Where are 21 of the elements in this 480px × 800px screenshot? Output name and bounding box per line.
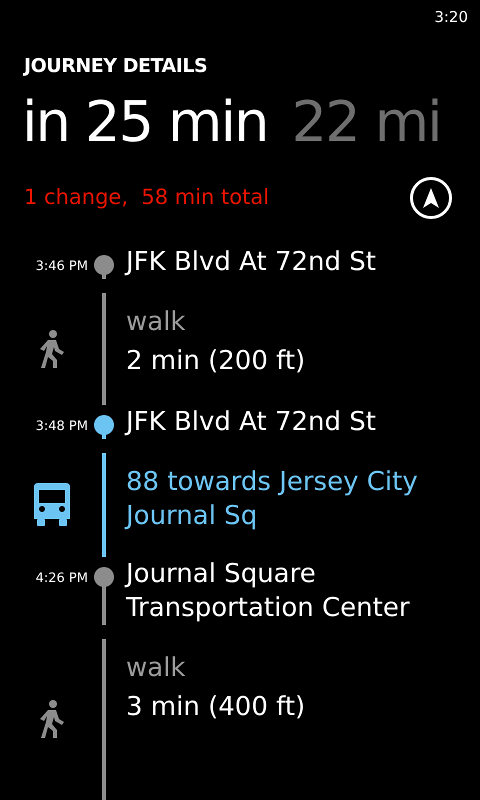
pivot-header[interactable]: 22 mi	[292, 86, 441, 158]
departure-time: 4:26 PM	[36, 570, 88, 588]
walk-duration: 2 min (200 ft)	[126, 344, 306, 378]
stop-name: JFK Blvd At 72nd St	[126, 246, 377, 278]
bus-icon	[34, 482, 70, 526]
departure-time: 3:48 PM	[36, 418, 88, 436]
bus-route: 88 towards Jersey City Journal Sq	[126, 466, 419, 532]
journey-summary: 1 change, 58 min total	[24, 184, 270, 211]
walking-person-icon	[38, 700, 66, 738]
walk-duration: 3 min (400 ft)	[126, 690, 306, 724]
page-title: JOURNEY DETAILS	[22, 54, 208, 79]
navigation-button[interactable]	[410, 176, 452, 218]
travel-mode: walk	[126, 306, 186, 338]
status-time: 3:20	[434, 7, 468, 28]
navigation-arrow-icon	[423, 188, 439, 208]
travel-mode: walk	[126, 652, 186, 684]
stop-name: Journal Square Transportation Center	[126, 558, 411, 624]
stop-name: JFK Blvd At 72nd St	[126, 406, 377, 438]
departure-time: 3:46 PM	[36, 258, 88, 276]
pivot-header[interactable]: in 25 min	[22, 86, 268, 158]
walking-person-icon	[38, 330, 66, 368]
